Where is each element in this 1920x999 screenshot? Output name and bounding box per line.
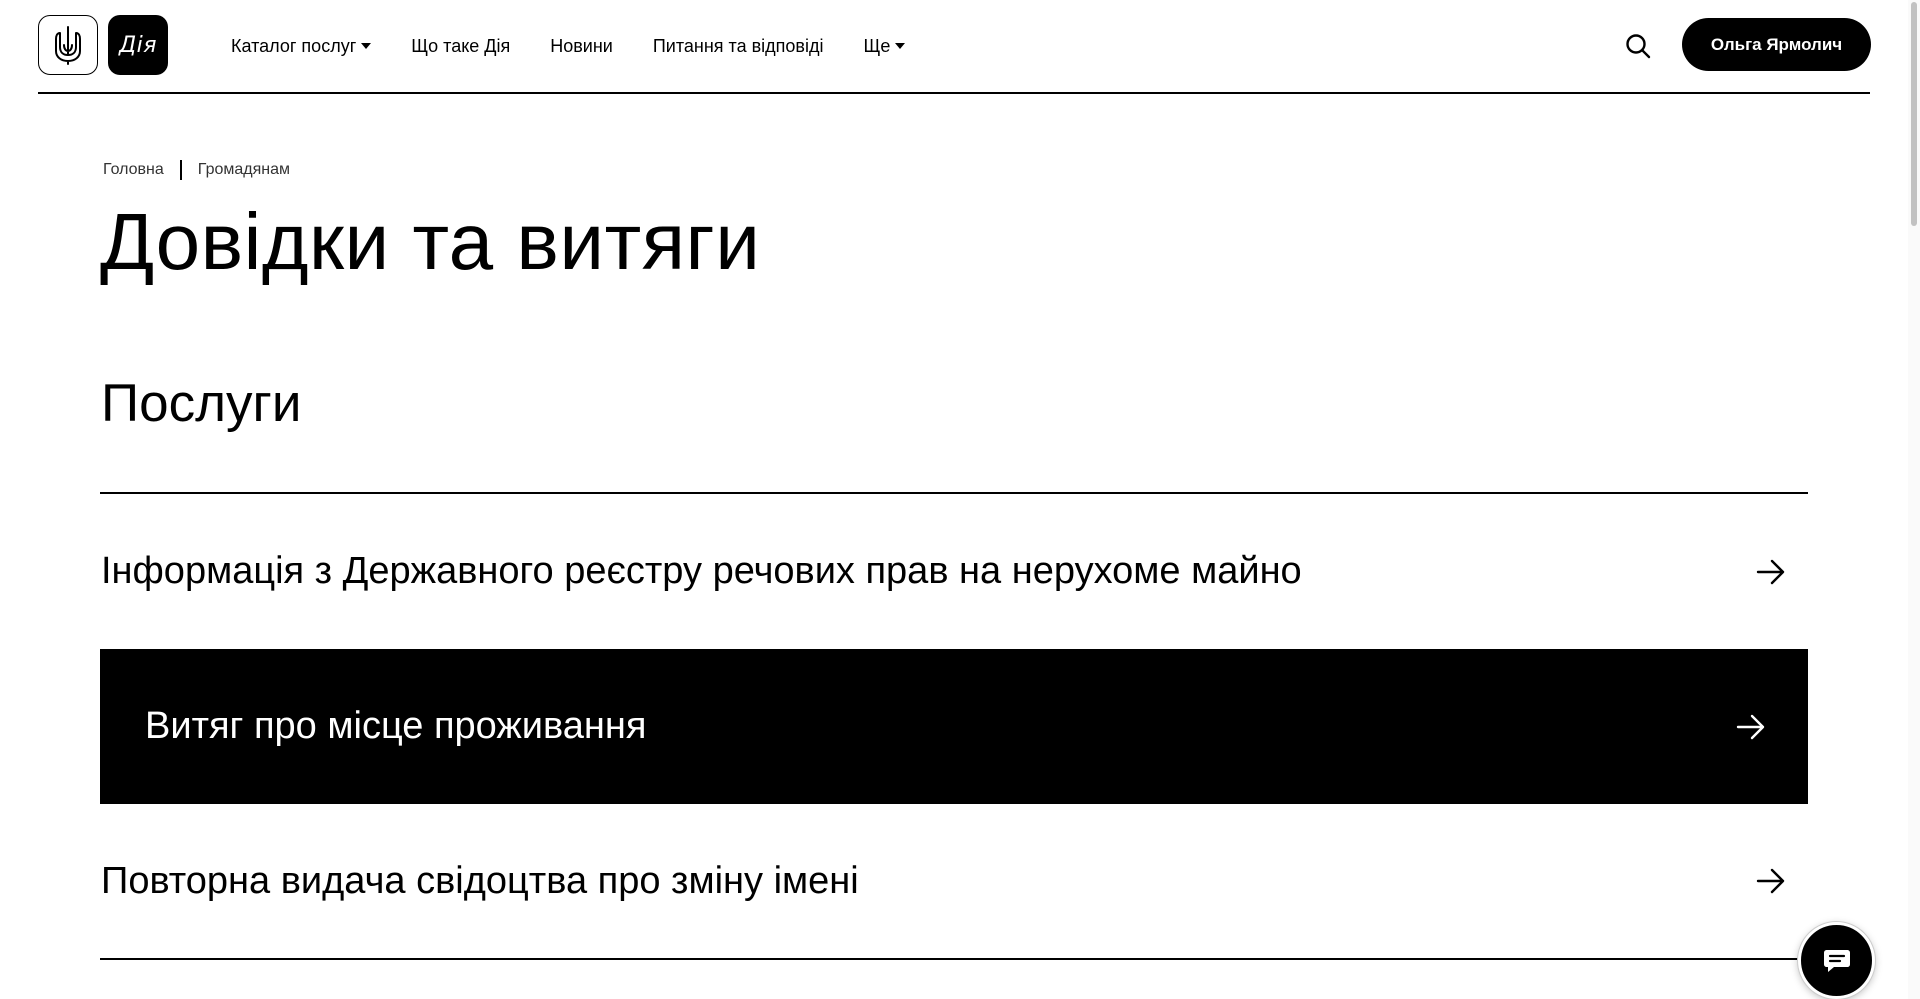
caret-down-icon xyxy=(361,43,372,49)
nav-item-label: Питання та відповіді xyxy=(652,35,824,56)
site-header: Дія Каталог послуг Що таке Дія Новини Пи… xyxy=(38,0,1871,94)
section-title: Послуги xyxy=(101,374,302,433)
service-label: Інформація з Державного реєстру речових … xyxy=(101,550,1302,592)
service-link-name-change-certificate[interactable]: Повторна видача свідоцтва про зміну імен… xyxy=(100,804,1808,960)
service-label: Повторна видача свідоцтва про зміну імен… xyxy=(101,859,859,902)
nav-item-label: Що таке Дія xyxy=(411,35,511,56)
page-title: Довідки та витяги xyxy=(100,197,761,286)
caret-down-icon xyxy=(895,43,906,49)
nav-item-what-is-diia[interactable]: Що таке Дія xyxy=(411,36,510,57)
diia-logo-link[interactable]: Дія xyxy=(108,15,168,75)
main-nav: Каталог послуг Що таке Дія Новини Питанн… xyxy=(231,0,945,92)
breadcrumb-home[interactable]: Головна xyxy=(103,161,164,179)
arrow-right-icon xyxy=(1734,710,1768,744)
nav-item-more[interactable]: Ще xyxy=(863,35,906,57)
chat-button[interactable] xyxy=(1798,922,1875,999)
nav-item-label: Ще xyxy=(863,35,891,56)
nav-item-label: Новини xyxy=(550,35,613,56)
search-icon xyxy=(1626,34,1651,59)
breadcrumb-separator xyxy=(179,160,182,180)
nav-item-news[interactable]: Новини xyxy=(550,36,613,57)
user-name: Ольга Ярмолич xyxy=(1710,34,1843,54)
breadcrumb: Головна Громадянам xyxy=(103,160,290,180)
user-profile-button[interactable]: Ольга Ярмолич xyxy=(1682,18,1871,71)
trident-icon xyxy=(55,26,81,65)
nav-item-label: Каталог послуг xyxy=(231,35,357,56)
scrollbar-thumb[interactable] xyxy=(1911,2,1917,226)
nav-item-faq[interactable]: Питання та відповіді xyxy=(653,36,824,57)
nav-item-catalog[interactable]: Каталог послуг xyxy=(231,35,372,57)
search-button[interactable] xyxy=(1622,30,1654,62)
diia-logo-text: Дія xyxy=(118,32,158,58)
service-link-place-of-residence[interactable]: Витяг про місце проживання xyxy=(100,649,1808,804)
service-label: Витяг про місце проживання xyxy=(145,705,647,747)
arrow-right-icon xyxy=(1754,555,1788,589)
chat-icon xyxy=(1823,949,1850,972)
services-list: Інформація з Державного реєстру речових … xyxy=(100,492,1808,960)
breadcrumb-citizens[interactable]: Громадянам xyxy=(198,161,290,179)
arrow-right-icon xyxy=(1754,864,1788,898)
trident-logo-link[interactable] xyxy=(38,15,98,75)
service-link-property-registry[interactable]: Інформація з Державного реєстру речових … xyxy=(100,494,1808,649)
